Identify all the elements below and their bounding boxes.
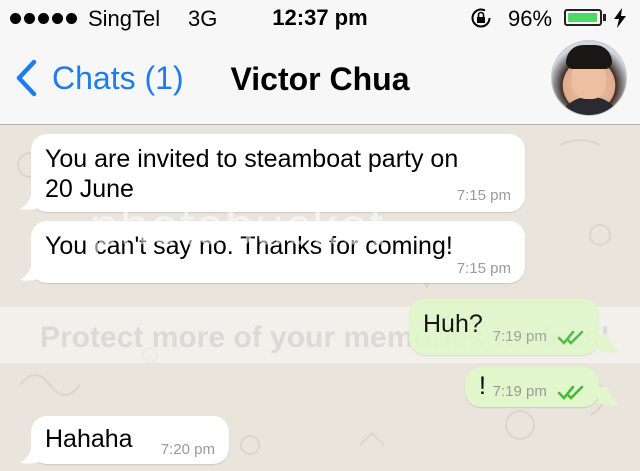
charging-bolt-icon — [614, 8, 626, 28]
battery-tip — [603, 14, 606, 21]
bubble-tail — [20, 445, 42, 464]
message-meta: 7:19 pm — [493, 328, 587, 345]
navigation-bar: Chats (1) Victor Chua — [0, 36, 640, 125]
bubble-tail — [598, 334, 620, 353]
message-timestamp: 7:15 pm — [456, 187, 511, 204]
message-text: Huh? — [423, 310, 483, 338]
message-bubble-incoming[interactable]: Hahaha 7:20 pm — [31, 416, 229, 464]
read-ticks-icon — [557, 330, 584, 345]
message-timestamp: 7:19 pm — [492, 382, 547, 400]
message-text: You can't say no. Thanks for coming! — [45, 232, 453, 260]
battery-percentage: 96% — [508, 6, 553, 31]
message-text: ! — [479, 372, 486, 400]
message-text: You are invited to steamboat party on 20… — [45, 145, 459, 203]
message-bubble-incoming[interactable]: You are invited to steamboat party on 20… — [31, 134, 525, 212]
battery-icon — [564, 9, 602, 26]
message-text: Hahaha — [45, 425, 133, 453]
bubble-tail — [20, 262, 42, 281]
status-bar: SingTel 3G 12:37 pm 96% — [0, 0, 640, 36]
message-timestamp: 7:19 pm — [492, 327, 547, 345]
battery-level-fill — [568, 13, 597, 22]
read-ticks-icon — [557, 385, 584, 400]
message-timestamp: 7:20 pm — [160, 441, 215, 458]
conversation-area[interactable]: You are invited to steamboat party on 20… — [0, 125, 640, 471]
message-bubble-outgoing[interactable]: Huh? 7:19 pm — [409, 299, 599, 355]
contact-name-title[interactable]: Victor Chua — [0, 61, 640, 98]
message-bubble-outgoing[interactable]: ! 7:19 pm — [465, 367, 599, 407]
bubble-tail — [598, 387, 620, 406]
orientation-lock-icon — [471, 8, 491, 28]
contact-avatar[interactable] — [551, 40, 627, 116]
message-timestamp: 7:15 pm — [456, 260, 511, 277]
message-bubble-incoming[interactable]: You can't say no. Thanks for coming! 7:1… — [31, 221, 525, 283]
bubble-tail — [20, 191, 42, 210]
message-meta: 7:19 pm — [493, 383, 587, 400]
